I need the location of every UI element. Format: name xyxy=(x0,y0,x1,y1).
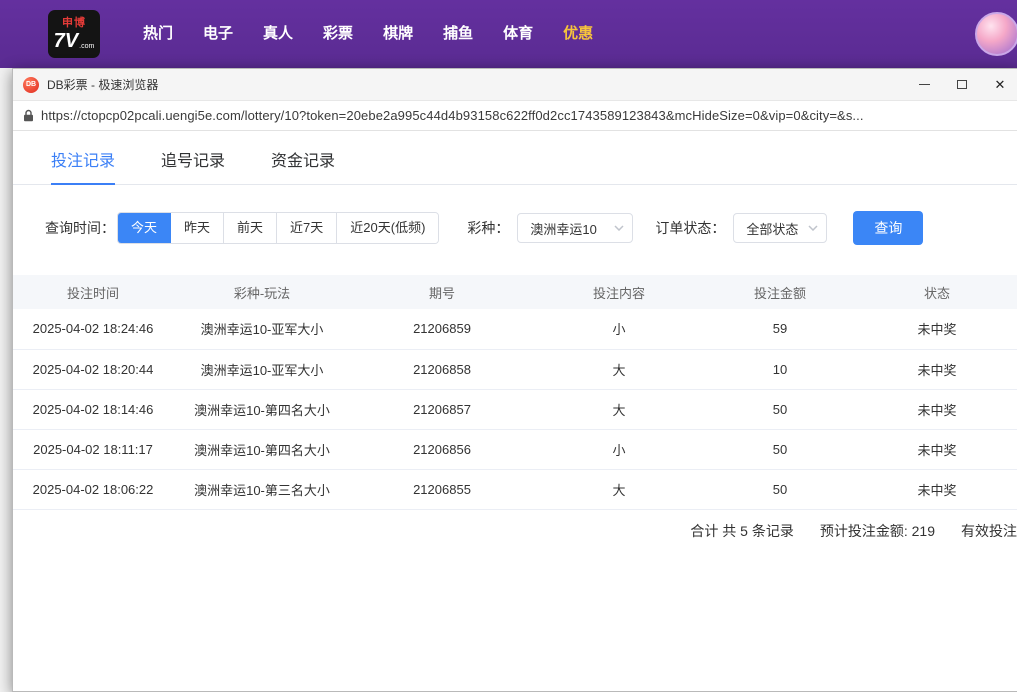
search-button[interactable]: 查询 xyxy=(853,211,923,245)
summary-total: 合计 共 5 条记录 xyxy=(690,521,793,541)
time-option-yesterday[interactable]: 昨天 xyxy=(171,213,224,243)
cell-status: 未中奖 xyxy=(855,389,1017,429)
time-option-today[interactable]: 今天 xyxy=(118,213,171,243)
close-icon: ✕ xyxy=(995,78,1006,91)
window-title: DB彩票 - 极速浏览器 xyxy=(47,76,905,93)
nav-item-fishing[interactable]: 捕鱼 xyxy=(428,0,488,68)
cell-content: 小 xyxy=(533,309,705,349)
cell-issue: 21206857 xyxy=(351,389,533,429)
chevron-down-icon xyxy=(614,225,624,231)
lottery-select-value: 澳洲幸运10 xyxy=(530,219,596,238)
nav-item-lottery[interactable]: 彩票 xyxy=(308,0,368,68)
nav-item-promo[interactable]: 优惠 xyxy=(548,0,608,68)
cell-issue: 21206858 xyxy=(351,349,533,389)
status-select-value: 全部状态 xyxy=(746,219,798,238)
nav-item-live[interactable]: 真人 xyxy=(248,0,308,68)
tab-bet-records[interactable]: 投注记录 xyxy=(51,147,115,185)
record-tabs: 投注记录 追号记录 资金记录 xyxy=(13,131,1017,185)
browser-favicon-icon: DB xyxy=(23,77,39,93)
cell-status: 未中奖 xyxy=(855,349,1017,389)
col-header-playtype: 彩种-玩法 xyxy=(173,275,351,309)
cell-playtype: 澳洲幸运10-第四名大小 xyxy=(173,429,351,469)
cell-amount: 50 xyxy=(705,469,855,509)
address-bar[interactable]: https://ctopcp02pcali.uengi5e.com/lotter… xyxy=(13,101,1017,131)
cell-amount: 50 xyxy=(705,389,855,429)
browser-window: DB DB彩票 - 极速浏览器 ✕ https://ctopcp02pcali.… xyxy=(12,68,1017,692)
tab-chase-records[interactable]: 追号记录 xyxy=(161,147,225,184)
chevron-down-icon xyxy=(808,225,818,231)
cell-bet-time: 2025-04-02 18:14:46 xyxy=(13,389,173,429)
logo-text-bottom: 7V.com xyxy=(54,30,95,52)
summary-valid-bet: 有效投注 xyxy=(961,521,1017,541)
cell-playtype: 澳洲幸运10-亚军大小 xyxy=(173,309,351,349)
summary-expected-amount: 预计投注金额: 219 xyxy=(820,521,935,541)
table-row: 2025-04-02 18:11:17 澳洲幸运10-第四名大小 2120685… xyxy=(13,429,1017,469)
time-range-group: 今天 昨天 前天 近7天 近20天(低频) xyxy=(117,212,439,244)
filter-bar: 查询时间： 今天 昨天 前天 近7天 近20天(低频) 彩种： 澳洲幸运10 订… xyxy=(45,211,1017,245)
table-row: 2025-04-02 18:20:44 澳洲幸运10-亚军大小 21206858… xyxy=(13,349,1017,389)
window-controls: ✕ xyxy=(905,69,1017,100)
nav-item-sports[interactable]: 体育 xyxy=(488,0,548,68)
time-filter-label: 查询时间： xyxy=(45,218,115,238)
cell-amount: 59 xyxy=(705,309,855,349)
nav-item-hot[interactable]: 热门 xyxy=(128,0,188,68)
nav-item-cards[interactable]: 棋牌 xyxy=(368,0,428,68)
col-header-issue: 期号 xyxy=(351,275,533,309)
user-avatar[interactable] xyxy=(975,12,1017,56)
top-nav-bar: 申博 7V.com 热门 电子 真人 彩票 棋牌 捕鱼 体育 优惠 xyxy=(0,0,1017,68)
cell-bet-time: 2025-04-02 18:24:46 xyxy=(13,309,173,349)
tab-fund-records[interactable]: 资金记录 xyxy=(271,147,335,184)
time-option-20days[interactable]: 近20天(低频) xyxy=(337,213,438,243)
cell-bet-time: 2025-04-02 18:20:44 xyxy=(13,349,173,389)
time-option-daybefore[interactable]: 前天 xyxy=(224,213,277,243)
table-row: 2025-04-02 18:06:22 澳洲幸运10-第三名大小 2120685… xyxy=(13,469,1017,509)
time-option-7days[interactable]: 近7天 xyxy=(277,213,337,243)
cell-content: 大 xyxy=(533,469,705,509)
minimize-icon xyxy=(919,84,930,85)
maximize-icon xyxy=(957,80,967,89)
table-row: 2025-04-02 18:14:46 澳洲幸运10-第四名大小 2120685… xyxy=(13,389,1017,429)
cell-amount: 50 xyxy=(705,429,855,469)
maximize-button[interactable] xyxy=(943,69,981,100)
cell-status: 未中奖 xyxy=(855,429,1017,469)
site-logo[interactable]: 申博 7V.com xyxy=(48,10,100,58)
lottery-select[interactable]: 澳洲幸运10 xyxy=(517,213,633,243)
page-content: 投注记录 追号记录 资金记录 查询时间： 今天 昨天 前天 近7天 近20天(低… xyxy=(13,131,1017,691)
nav-item-slots[interactable]: 电子 xyxy=(188,0,248,68)
table-row: 2025-04-02 18:24:46 澳洲幸运10-亚军大小 21206859… xyxy=(13,309,1017,349)
cell-bet-time: 2025-04-02 18:06:22 xyxy=(13,469,173,509)
bet-records-table: 投注时间 彩种-玩法 期号 投注内容 投注金额 状态 2025-04-02 18… xyxy=(13,275,1017,510)
col-header-amount: 投注金额 xyxy=(705,275,855,309)
cell-content: 大 xyxy=(533,349,705,389)
cell-issue: 21206856 xyxy=(351,429,533,469)
lock-icon[interactable] xyxy=(23,109,34,122)
cell-playtype: 澳洲幸运10-第三名大小 xyxy=(173,469,351,509)
cell-status: 未中奖 xyxy=(855,309,1017,349)
lottery-filter-label: 彩种： xyxy=(467,218,509,238)
url-text[interactable]: https://ctopcp02pcali.uengi5e.com/lotter… xyxy=(41,108,864,123)
cell-status: 未中奖 xyxy=(855,469,1017,509)
cell-bet-time: 2025-04-02 18:11:17 xyxy=(13,429,173,469)
cell-playtype: 澳洲幸运10-亚军大小 xyxy=(173,349,351,389)
cell-content: 大 xyxy=(533,389,705,429)
cell-amount: 10 xyxy=(705,349,855,389)
col-header-content: 投注内容 xyxy=(533,275,705,309)
status-select[interactable]: 全部状态 xyxy=(733,213,827,243)
col-header-time: 投注时间 xyxy=(13,275,173,309)
cell-issue: 21206855 xyxy=(351,469,533,509)
cell-content: 小 xyxy=(533,429,705,469)
minimize-button[interactable] xyxy=(905,69,943,100)
main-menu: 热门 电子 真人 彩票 棋牌 捕鱼 体育 优惠 xyxy=(128,0,608,68)
cell-issue: 21206859 xyxy=(351,309,533,349)
logo-text-top: 申博 xyxy=(62,17,86,30)
cell-playtype: 澳洲幸运10-第四名大小 xyxy=(173,389,351,429)
window-titlebar: DB DB彩票 - 极速浏览器 ✕ xyxy=(13,69,1017,101)
table-header-row: 投注时间 彩种-玩法 期号 投注内容 投注金额 状态 xyxy=(13,275,1017,309)
status-filter-label: 订单状态： xyxy=(655,218,725,238)
summary-row: 合计 共 5 条记录 预计投注金额: 219 有效投注 xyxy=(13,510,1017,552)
close-button[interactable]: ✕ xyxy=(981,69,1017,100)
col-header-status: 状态 xyxy=(855,275,1017,309)
